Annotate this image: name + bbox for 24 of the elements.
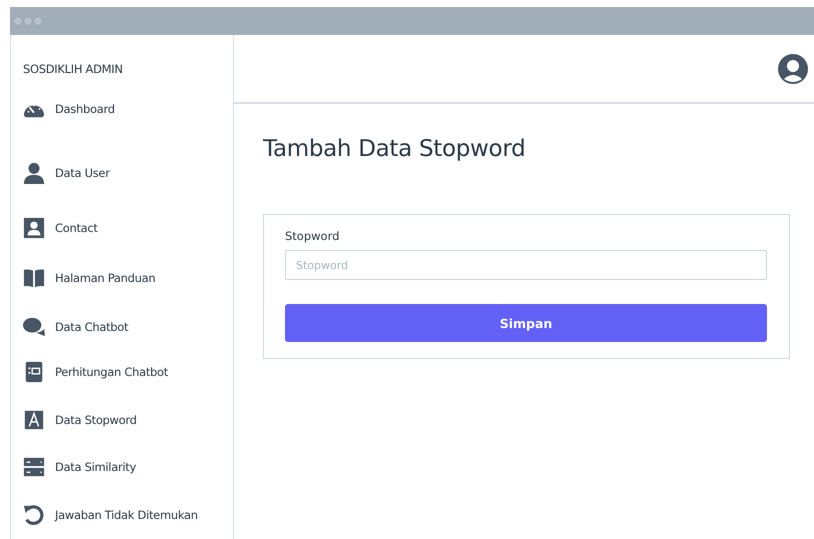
book-icon (23, 266, 45, 289)
avatar-icon[interactable] (778, 54, 808, 84)
user-icon (23, 162, 45, 184)
window-dots-icon (14, 17, 42, 25)
sidebar-item[interactable]: Data Chatbot (23, 312, 128, 342)
sidebar-item[interactable]: Halaman Panduan (23, 262, 156, 293)
sidebar-title: SOSDIKLIH ADMIN (23, 62, 124, 76)
sidebar-item[interactable]: Data User (23, 157, 110, 188)
undo-icon (23, 504, 45, 526)
field-label: Stopword (285, 229, 340, 243)
sidebar-item[interactable]: Data Stopword (23, 404, 137, 436)
stopword-input-field[interactable]: Stopword (285, 250, 767, 280)
contact-card-icon (23, 217, 45, 240)
sidebar-item[interactable]: Perhitungan Chatbot (23, 357, 168, 388)
chat-bubbles-icon (23, 316, 45, 338)
letter-icon (23, 408, 45, 431)
sidebar-item[interactable]: Data Similarity (23, 452, 136, 482)
page-title: Tambah Data Stopword (263, 136, 526, 162)
save-button[interactable]: Simpan (285, 304, 767, 342)
server-icon (23, 456, 45, 478)
sidebar-item[interactable]: Jawaban Tidak Ditemukan (23, 500, 198, 530)
list-icon (23, 361, 45, 384)
sidebar-item[interactable]: Contact (23, 212, 98, 244)
sidebar-item[interactable]: Dashboard (23, 94, 115, 124)
